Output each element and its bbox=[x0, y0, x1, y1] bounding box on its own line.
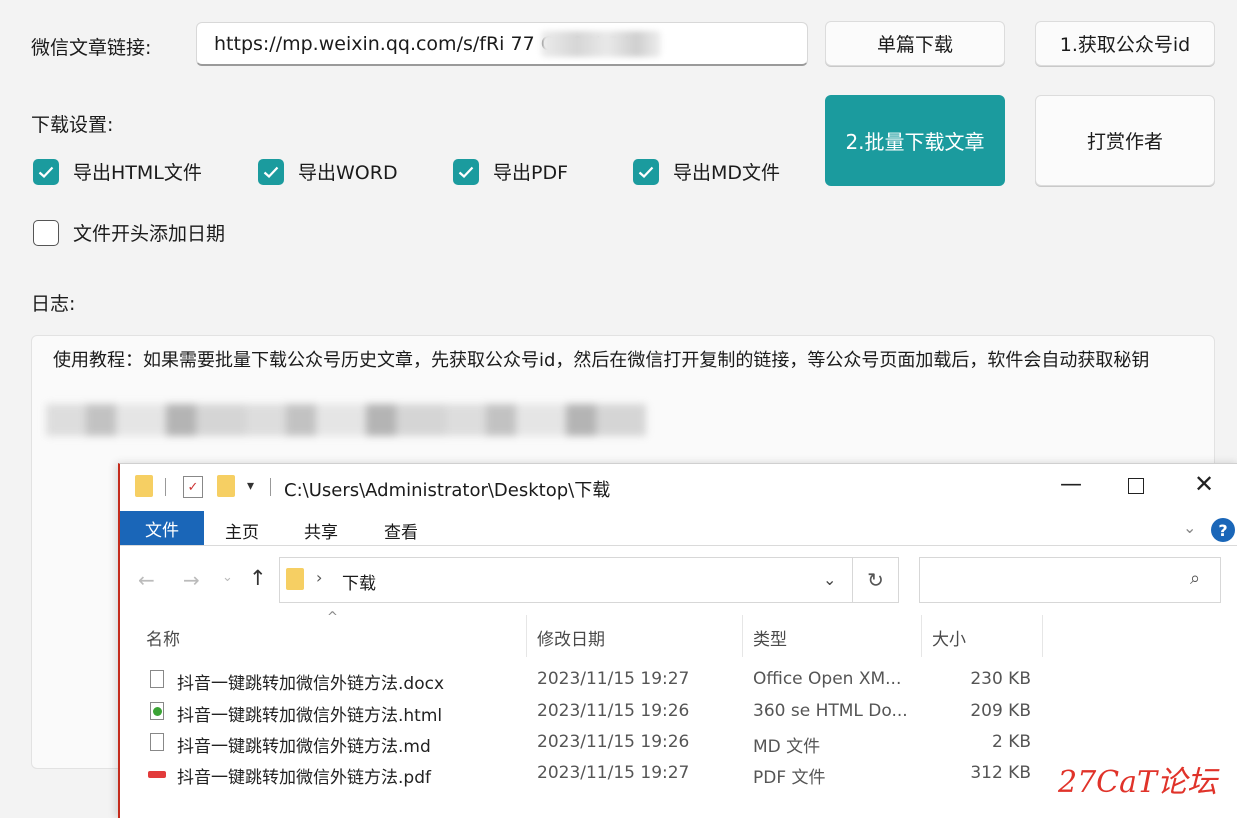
column-separator[interactable] bbox=[921, 615, 922, 657]
customize-toolbar-icon[interactable]: ▾ bbox=[247, 478, 254, 494]
properties-icon[interactable]: ✓ bbox=[183, 476, 203, 498]
tab-view[interactable]: 查看 bbox=[384, 518, 418, 543]
tab-share[interactable]: 共享 bbox=[304, 518, 338, 543]
file-type: MD 文件 bbox=[753, 737, 821, 757]
refresh-icon[interactable]: ↻ bbox=[853, 557, 899, 603]
breadcrumb-current[interactable]: 下载 bbox=[342, 569, 376, 594]
column-header-size[interactable]: 大小 bbox=[932, 625, 966, 650]
redacted-blur bbox=[46, 404, 646, 436]
pdf-icon bbox=[148, 771, 166, 778]
single-download-button[interactable]: 单篇下载 bbox=[825, 21, 1005, 66]
file-size: 230 KB bbox=[970, 669, 1031, 689]
breadcrumb-chevron-icon: › bbox=[316, 568, 323, 587]
option-word[interactable]: 导出WORD bbox=[258, 158, 398, 185]
option-md[interactable]: 导出MD文件 bbox=[633, 158, 780, 185]
ribbon-divider bbox=[120, 545, 1237, 546]
help-icon[interactable]: ? bbox=[1211, 518, 1235, 542]
file-size: 312 KB bbox=[970, 763, 1031, 783]
file-row[interactable]: 抖音一键跳转加微信外链方法.pdf 2023/11/15 19:27 PDF 文… bbox=[145, 761, 1045, 789]
html-icon bbox=[150, 702, 164, 720]
column-separator[interactable] bbox=[742, 615, 743, 657]
option-add-date[interactable]: 文件开头添加日期 bbox=[33, 219, 225, 246]
get-account-id-button[interactable]: 1.获取公众号id bbox=[1035, 21, 1215, 66]
file-type: PDF 文件 bbox=[753, 768, 826, 788]
checkbox-checked-icon[interactable] bbox=[453, 158, 479, 185]
file-name: 抖音一键跳转加微信外链方法.docx bbox=[177, 674, 445, 694]
url-label: 微信文章链接: bbox=[31, 37, 152, 59]
file-name: 抖音一键跳转加微信外链方法.html bbox=[177, 706, 443, 726]
tip-author-button[interactable]: 打赏作者 bbox=[1035, 95, 1215, 186]
file-row[interactable]: 抖音一键跳转加微信外链方法.docx 2023/11/15 19:27 Offi… bbox=[145, 667, 1045, 695]
option-label: 导出PDF bbox=[493, 162, 569, 184]
search-icon: ⌕ bbox=[1190, 568, 1201, 589]
batch-download-button[interactable]: 2.批量下载文章 bbox=[825, 95, 1005, 186]
column-header-type[interactable]: 类型 bbox=[753, 625, 787, 650]
sort-indicator-icon: ^ bbox=[327, 610, 338, 625]
search-input[interactable] bbox=[919, 557, 1221, 603]
file-size: 2 KB bbox=[991, 732, 1031, 752]
title-divider bbox=[270, 478, 271, 496]
log-label: 日志: bbox=[31, 293, 76, 315]
window-title: C:\Users\Administrator\Desktop\下载 bbox=[284, 480, 611, 501]
folder-icon bbox=[286, 568, 304, 590]
option-html[interactable]: 导出HTML文件 bbox=[33, 158, 202, 185]
checkbox-checked-icon[interactable] bbox=[258, 158, 284, 185]
up-arrow-icon[interactable]: ↑ bbox=[249, 566, 267, 590]
file-name: 抖音一键跳转加微信外链方法.pdf bbox=[177, 768, 431, 788]
option-label: 导出MD文件 bbox=[673, 162, 781, 184]
column-header-name[interactable]: 名称 bbox=[146, 625, 180, 650]
redacted-blur bbox=[541, 31, 661, 57]
checkbox-checked-icon[interactable] bbox=[33, 158, 59, 185]
settings-label: 下载设置: bbox=[31, 114, 114, 136]
address-dropdown-icon[interactable]: ⌄ bbox=[823, 570, 836, 589]
log-text: 使用教程：如果需要批量下载公众号历史文章，先获取公众号id，然后在微信打开复制的… bbox=[53, 350, 1150, 371]
file-date: 2023/11/15 19:27 bbox=[537, 669, 690, 689]
new-folder-icon[interactable] bbox=[217, 475, 235, 497]
recent-locations-icon[interactable]: ⌄ bbox=[222, 570, 233, 585]
tab-home[interactable]: 主页 bbox=[225, 518, 259, 543]
docx-icon bbox=[150, 670, 164, 688]
file-row[interactable]: 抖音一键跳转加微信外链方法.html 2023/11/15 19:26 360 … bbox=[145, 699, 1045, 727]
folder-icon bbox=[135, 475, 153, 497]
file-date: 2023/11/15 19:26 bbox=[537, 732, 690, 752]
maximize-icon[interactable] bbox=[1128, 478, 1144, 494]
file-type: 360 se HTML Do... bbox=[753, 701, 908, 721]
column-separator[interactable] bbox=[1042, 615, 1043, 657]
forward-arrow-icon[interactable]: → bbox=[183, 568, 200, 592]
option-pdf[interactable]: 导出PDF bbox=[453, 158, 568, 185]
md-icon bbox=[150, 733, 164, 751]
file-type: Office Open XM... bbox=[753, 669, 902, 689]
checkbox-unchecked-icon[interactable] bbox=[33, 219, 59, 246]
back-arrow-icon[interactable]: ← bbox=[138, 568, 155, 592]
column-header-date[interactable]: 修改日期 bbox=[537, 625, 605, 650]
file-size: 209 KB bbox=[970, 701, 1031, 721]
title-divider bbox=[165, 478, 166, 496]
close-icon[interactable]: ✕ bbox=[1194, 470, 1214, 498]
file-name: 抖音一键跳转加微信外链方法.md bbox=[177, 737, 431, 757]
option-label: 导出HTML文件 bbox=[73, 162, 202, 184]
tab-file[interactable]: 文件 bbox=[120, 511, 204, 545]
minimize-icon[interactable]: — bbox=[1060, 472, 1082, 497]
column-separator[interactable] bbox=[526, 615, 527, 657]
checkbox-checked-icon[interactable] bbox=[633, 158, 659, 185]
forum-watermark: 27CaT论坛 bbox=[1058, 765, 1218, 800]
article-url-input[interactable]: https://mp.weixin.qq.com/s/fRi 77 C e04b… bbox=[196, 22, 808, 66]
file-row[interactable]: 抖音一键跳转加微信外链方法.md 2023/11/15 19:26 MD 文件 … bbox=[145, 730, 1045, 758]
option-label: 导出WORD bbox=[298, 162, 398, 184]
option-label: 文件开头添加日期 bbox=[73, 223, 226, 245]
ribbon-expand-icon[interactable]: ⌄ bbox=[1183, 518, 1196, 537]
file-date: 2023/11/15 19:27 bbox=[537, 763, 690, 783]
file-date: 2023/11/15 19:26 bbox=[537, 701, 690, 721]
